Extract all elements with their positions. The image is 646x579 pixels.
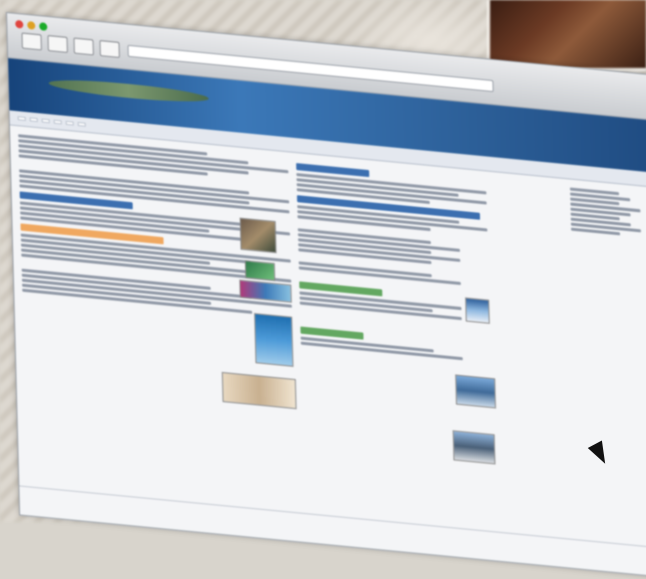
nav-item[interactable] <box>41 118 50 124</box>
back-icon[interactable] <box>21 32 42 51</box>
nav-item[interactable] <box>53 119 62 125</box>
forward-icon[interactable] <box>47 35 68 53</box>
article-photo[interactable] <box>455 374 496 409</box>
article-photo[interactable] <box>465 297 490 324</box>
article-photo[interactable] <box>452 430 496 465</box>
article-photo[interactable] <box>244 260 276 282</box>
window-controls <box>15 19 48 32</box>
article-photo[interactable] <box>254 313 294 367</box>
zoom-window-icon[interactable] <box>39 22 48 32</box>
browser-window <box>6 12 646 579</box>
nav-item[interactable] <box>17 116 26 121</box>
nav-item[interactable] <box>65 120 74 126</box>
home-icon[interactable] <box>99 40 120 59</box>
banner-island-image <box>48 76 209 106</box>
page-content <box>10 125 646 571</box>
minimize-window-icon[interactable] <box>27 21 36 30</box>
second-column <box>296 159 491 365</box>
page-footer <box>19 485 646 571</box>
right-sidebar <box>569 186 641 240</box>
reload-icon[interactable] <box>73 37 94 56</box>
toolbar-buttons <box>21 32 120 59</box>
nav-item[interactable] <box>77 121 86 127</box>
nav-item[interactable] <box>29 117 38 123</box>
article-photo[interactable] <box>221 371 297 410</box>
close-window-icon[interactable] <box>15 19 24 29</box>
article-photo[interactable] <box>239 217 277 254</box>
